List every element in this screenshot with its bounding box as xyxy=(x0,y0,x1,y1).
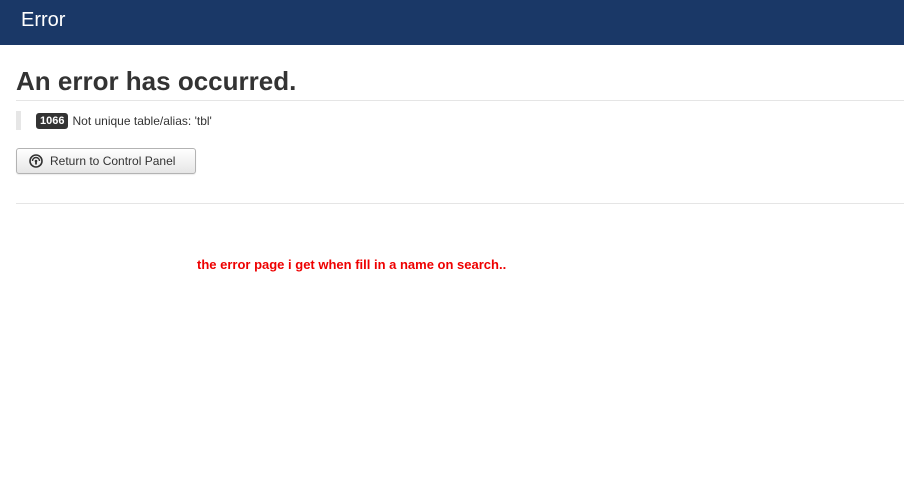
divider xyxy=(16,203,904,204)
divider xyxy=(16,100,904,101)
return-button-label: Return to Control Panel xyxy=(50,154,176,168)
header-bar: Error xyxy=(0,0,904,45)
error-code-badge: 1066 xyxy=(36,112,69,129)
error-message-block: 1066 Not unique table/alias: 'tbl' xyxy=(16,111,212,130)
error-message-text: Not unique table/alias: 'tbl' xyxy=(72,113,212,128)
error-heading: An error has occurred. xyxy=(16,66,297,96)
annotation-text: the error page i get when fill in a name… xyxy=(197,257,507,272)
dashboard-icon xyxy=(29,154,43,168)
return-to-control-panel-button[interactable]: Return to Control Panel xyxy=(16,148,196,174)
page-header-title: Error xyxy=(21,9,66,31)
